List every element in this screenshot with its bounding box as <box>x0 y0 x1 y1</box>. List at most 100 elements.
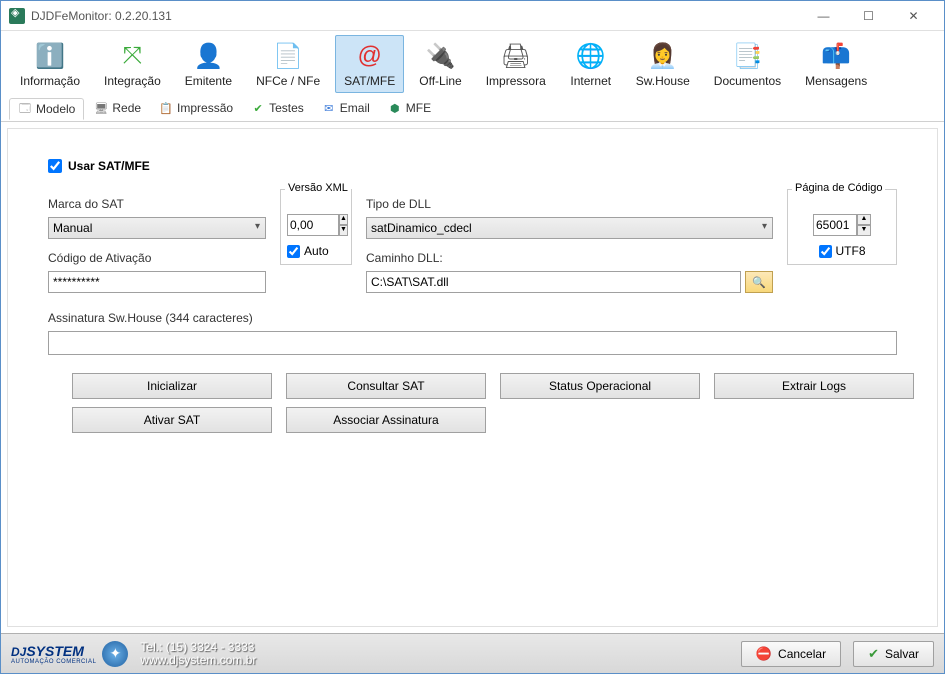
mensagens-icon: 📫 <box>820 40 852 72</box>
use-sat-checkbox-label[interactable]: Usar SAT/MFE <box>48 159 897 173</box>
emitente-label: Emitente <box>185 74 232 88</box>
toolbar-offline[interactable]: 🔌 Off-Line <box>410 35 470 93</box>
internet-icon: 🌐 <box>575 40 607 72</box>
logo-system: SYSTEM <box>26 643 84 659</box>
rede-tab-icon: 🖥 <box>94 101 108 115</box>
tipodll-label: Tipo de DLL <box>366 197 773 211</box>
toolbar-documentos[interactable]: 📑 Documentos <box>705 35 790 93</box>
auto-checkbox[interactable] <box>287 245 300 258</box>
footer-bar: DJSYSTEM AUTOMAÇÃO COMERCIAL ✦ Tel.: (15… <box>1 633 944 673</box>
informacao-icon: ℹ️ <box>34 40 66 72</box>
contact-site: www.djsystem.com.br <box>140 654 256 667</box>
auto-checkbox-label[interactable]: Auto <box>287 244 345 258</box>
tipodll-select[interactable] <box>366 217 773 239</box>
pagina-spinner[interactable]: ▲▼ <box>857 214 871 236</box>
swhouse-icon: 👩‍💼 <box>647 40 679 72</box>
integracao-icon: ⤧ <box>116 40 148 72</box>
use-sat-text: Usar SAT/MFE <box>68 159 150 173</box>
nfce-label: NFCe / NFe <box>256 74 320 88</box>
pagina-label: Página de Código <box>792 182 885 194</box>
tab-rede[interactable]: 🖥 Rede <box>86 98 149 118</box>
versao-label: Versão XML <box>285 182 351 194</box>
save-button[interactable]: ✔ Salvar <box>853 641 934 667</box>
inicializar-button[interactable]: Inicializar <box>72 373 272 399</box>
swhouse-label: Sw.House <box>636 74 690 88</box>
satmfe-icon: @ <box>354 40 386 72</box>
tab-impressao[interactable]: 📋 Impressão <box>151 98 241 118</box>
tab-email[interactable]: ✉ Email <box>314 98 378 118</box>
versao-spinner[interactable]: ▲▼ <box>339 214 348 236</box>
mfe-tab-label: MFE <box>406 101 431 115</box>
caminho-label: Caminho DLL: <box>366 251 773 265</box>
impressora-label: Impressora <box>486 74 546 88</box>
toolbar-informacao[interactable]: ℹ️ Informação <box>11 35 89 93</box>
toolbar-impressora[interactable]: 🖨 Impressora <box>477 35 555 93</box>
satmfe-label: SAT/MFE <box>344 74 395 88</box>
associar-button[interactable]: Associar Assinatura <box>286 407 486 433</box>
save-icon: ✔ <box>868 646 879 662</box>
offline-label: Off-Line <box>419 74 461 88</box>
mensagens-label: Mensagens <box>805 74 867 88</box>
utf8-checkbox-label[interactable]: UTF8 <box>794 244 890 258</box>
app-icon <box>9 8 25 24</box>
impressao-tab-icon: 📋 <box>159 101 173 115</box>
main-toolbar: ℹ️ Informação⤧ Integração👤 Emitente📄 NFC… <box>1 31 944 95</box>
email-tab-icon: ✉ <box>322 101 336 115</box>
utf8-checkbox[interactable] <box>819 245 832 258</box>
ativar-button[interactable]: Ativar SAT <box>72 407 272 433</box>
use-sat-checkbox[interactable] <box>48 159 62 173</box>
extrair-button[interactable]: Extrair Logs <box>714 373 914 399</box>
nfce-icon: 📄 <box>272 40 304 72</box>
informacao-label: Informação <box>20 74 80 88</box>
window-title: DJDFeMonitor: 0.2.20.131 <box>31 9 801 23</box>
tab-modelo[interactable]: 🗔 Modelo <box>9 98 84 120</box>
maximize-button[interactable]: ☐ <box>846 2 891 30</box>
toolbar-mensagens[interactable]: 📫 Mensagens <box>796 35 876 93</box>
browse-button[interactable]: 🔍 <box>745 271 773 293</box>
minimize-button[interactable]: — <box>801 2 846 30</box>
emitente-icon: 👤 <box>192 40 224 72</box>
toolbar-emitente[interactable]: 👤 Emitente <box>176 35 241 93</box>
modelo-tab-label: Modelo <box>36 102 75 116</box>
testes-tab-label: Testes <box>269 101 304 115</box>
toolbar-nfce[interactable]: 📄 NFCe / NFe <box>247 35 329 93</box>
tab-testes[interactable]: ✔ Testes <box>243 98 312 118</box>
cancel-button[interactable]: ⛔ Cancelar <box>741 641 841 667</box>
marca-label: Marca do SAT <box>48 197 266 211</box>
impressao-tab-label: Impressão <box>177 101 233 115</box>
cancel-label: Cancelar <box>778 647 826 661</box>
rede-tab-label: Rede <box>112 101 141 115</box>
documentos-label: Documentos <box>714 74 781 88</box>
logo-dj: DJ <box>11 645 26 659</box>
assinatura-label: Assinatura Sw.House (344 caracteres) <box>48 311 897 325</box>
title-bar: DJDFeMonitor: 0.2.20.131 — ☐ ✕ <box>1 1 944 31</box>
toolbar-internet[interactable]: 🌐 Internet <box>561 35 621 93</box>
caminho-input[interactable] <box>366 271 741 293</box>
contact-tel: Tel.: (15) 3324 - 3333 <box>140 641 256 654</box>
modelo-tab-icon: 🗔 <box>18 102 32 116</box>
documentos-icon: 📑 <box>731 40 763 72</box>
logo-subtitle: AUTOMAÇÃO COMERCIAL <box>11 659 96 665</box>
assinatura-input[interactable] <box>48 331 897 355</box>
status-button[interactable]: Status Operacional <box>500 373 700 399</box>
codigo-input[interactable] <box>48 271 266 293</box>
cancel-icon: ⛔ <box>756 646 772 662</box>
logo-globe-icon: ✦ <box>102 641 128 667</box>
toolbar-integracao[interactable]: ⤧ Integração <box>95 35 170 93</box>
tab-mfe[interactable]: ⬢ MFE <box>380 98 439 118</box>
contact-info: Tel.: (15) 3324 - 3333 www.djsystem.com.… <box>140 641 256 667</box>
pagina-input[interactable] <box>813 214 857 236</box>
utf8-text: UTF8 <box>836 244 866 258</box>
codigo-label: Código de Ativação <box>48 251 266 265</box>
logo: DJSYSTEM AUTOMAÇÃO COMERCIAL ✦ <box>11 641 128 667</box>
save-label: Salvar <box>885 647 919 661</box>
toolbar-satmfe[interactable]: @ SAT/MFE <box>335 35 404 93</box>
mfe-tab-icon: ⬢ <box>388 101 402 115</box>
offline-icon: 🔌 <box>424 40 456 72</box>
versao-input[interactable] <box>287 214 339 236</box>
toolbar-swhouse[interactable]: 👩‍💼 Sw.House <box>627 35 699 93</box>
close-button[interactable]: ✕ <box>891 2 936 30</box>
marca-select[interactable] <box>48 217 266 239</box>
consultar-button[interactable]: Consultar SAT <box>286 373 486 399</box>
integracao-label: Integração <box>104 74 161 88</box>
